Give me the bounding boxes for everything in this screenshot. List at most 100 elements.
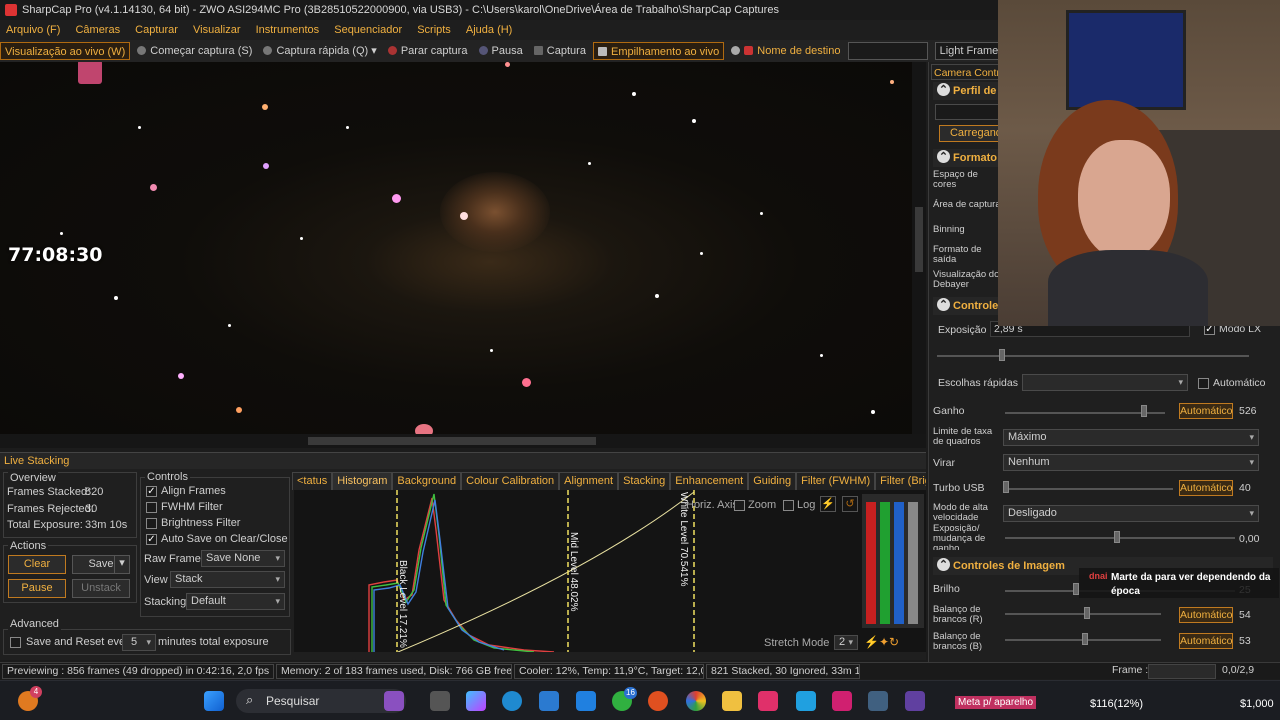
store-icon[interactable] <box>539 691 559 711</box>
scroll-thumb[interactable] <box>308 437 596 445</box>
gain-value[interactable]: 526 <box>1239 403 1257 419</box>
opera-icon[interactable] <box>648 691 668 711</box>
windows-start-icon[interactable] <box>204 691 224 711</box>
app-icon-4[interactable] <box>905 691 925 711</box>
stacking-select[interactable]: Default <box>186 593 285 610</box>
frame-type-select[interactable]: Light Frames <box>934 42 1000 61</box>
turbo-usb-slider-knob[interactable] <box>1003 481 1009 493</box>
exposure-slider-knob[interactable] <box>999 349 1005 361</box>
sharpcap-taskbar-icon[interactable] <box>832 691 852 711</box>
pause-button[interactable]: Pausa <box>475 42 527 60</box>
clear-button[interactable]: Clear <box>8 555 66 574</box>
green-slider[interactable] <box>880 502 890 624</box>
gain-auto-button[interactable]: Automático <box>1179 403 1233 419</box>
turbo-usb-auto-button[interactable]: Automático <box>1179 480 1233 496</box>
stretch-tools-icons[interactable]: ⚡✦↻ <box>864 635 924 651</box>
turbo-usb-slider[interactable] <box>1005 488 1173 490</box>
tab-histogram[interactable]: Histogram <box>332 472 393 490</box>
zoom-checkbox[interactable] <box>734 500 745 511</box>
tab-status[interactable]: <tatus <box>292 472 333 490</box>
app-icon-2[interactable] <box>796 691 816 711</box>
start-capture-button[interactable]: Começar captura (S) <box>133 42 256 60</box>
reset-icon[interactable]: ↺ <box>842 496 858 512</box>
target-name-select[interactable] <box>847 42 928 61</box>
auto-save-checkbox[interactable]: ✓ <box>146 534 157 545</box>
exposure-gain-knob[interactable] <box>1114 531 1120 543</box>
auto-exposure-checkbox[interactable] <box>1198 378 1209 389</box>
blue-slider[interactable] <box>894 502 904 624</box>
save-dropdown-button[interactable]: ▾ <box>114 555 130 574</box>
raw-frames-select[interactable]: Save None <box>201 550 285 567</box>
tab-filter-fwhm[interactable]: Filter (FWHM) <box>796 472 876 490</box>
menu-tools[interactable]: Instrumentos <box>256 24 320 36</box>
menu-help[interactable]: Ajuda (H) <box>466 24 512 36</box>
save-reset-minutes-stepper[interactable]: 5 <box>122 634 156 651</box>
tab-filter-brightness[interactable]: Filter (Brightness) <box>875 472 926 490</box>
capture-button[interactable]: Captura <box>530 42 590 60</box>
luminance-slider[interactable] <box>908 502 918 624</box>
view-select[interactable]: Stack <box>170 571 285 588</box>
histogram-panel[interactable]: Black Level 17.21% Mid Level 48.02% Whit… <box>294 490 926 652</box>
fwhm-filter-checkbox[interactable] <box>146 502 157 513</box>
menu-cameras[interactable]: Câmeras <box>75 24 120 36</box>
exposure-gain-value[interactable]: 0,00 <box>1239 531 1259 547</box>
viewer-vertical-scrollbar[interactable] <box>912 62 926 434</box>
tab-colour-calibration[interactable]: Colour Calibration <box>461 472 560 490</box>
turbo-usb-value[interactable]: 40 <box>1239 480 1251 496</box>
wb-red-value[interactable]: 54 <box>1239 607 1251 623</box>
quick-capture-button[interactable]: Captura rápida (Q) ▾ <box>259 42 380 60</box>
red-slider[interactable] <box>866 502 876 624</box>
copilot-icon[interactable] <box>466 691 486 711</box>
menu-sequencer[interactable]: Sequenciador <box>334 24 402 36</box>
tab-guiding[interactable]: Guiding <box>748 472 797 490</box>
pause-button[interactable]: Pause <box>8 579 66 598</box>
clipchamp-icon[interactable] <box>384 691 404 711</box>
wb-red-slider[interactable] <box>1005 613 1161 615</box>
stop-capture-button[interactable]: Parar captura <box>384 42 472 60</box>
gain-slider-knob[interactable] <box>1141 405 1147 417</box>
wb-blue-auto-button[interactable]: Automático <box>1179 633 1233 649</box>
menu-capture[interactable]: Capturar <box>135 24 178 36</box>
flip-select[interactable]: Nenhum <box>1003 454 1259 471</box>
wb-blue-knob[interactable] <box>1082 633 1088 645</box>
scroll-thumb[interactable] <box>915 207 923 272</box>
menu-view[interactable]: Visualizar <box>193 24 241 36</box>
tab-stacking[interactable]: Stacking <box>618 472 671 490</box>
color-balance-sliders[interactable] <box>862 494 924 628</box>
viewer-horizontal-scrollbar[interactable] <box>0 434 926 448</box>
high-speed-select[interactable]: Desligado <box>1003 505 1259 522</box>
app-icon-3[interactable] <box>868 691 888 711</box>
monitor-backdrop <box>1066 10 1186 110</box>
app-icon[interactable] <box>576 691 596 711</box>
file-explorer-icon[interactable] <box>722 691 742 711</box>
taskbar-search[interactable]: ⌕ Pesquisar <box>236 689 406 713</box>
align-frames-checkbox[interactable]: ✓ <box>146 486 157 497</box>
edge-icon[interactable] <box>502 691 522 711</box>
log-checkbox[interactable] <box>783 500 794 511</box>
toolbar: Visualização ao vivo (W) Começar captura… <box>0 40 1000 62</box>
image-viewer[interactable] <box>0 62 926 434</box>
menu-file[interactable]: Arquivo (F) <box>6 24 60 36</box>
live-stack-button[interactable]: Empilhamento ao vivo <box>593 42 725 61</box>
wb-red-auto-button[interactable]: Automático <box>1179 607 1233 623</box>
tab-background[interactable]: Background <box>392 472 462 490</box>
exposure-slider[interactable] <box>937 355 1249 357</box>
wb-red-knob[interactable] <box>1084 607 1090 619</box>
stretch-mode-select[interactable]: 2 <box>834 635 858 650</box>
unstack-button[interactable]: Unstack <box>72 579 130 598</box>
frame-rate-limit-select[interactable]: Máximo <box>1003 429 1259 446</box>
obs-app-icon[interactable] <box>758 691 778 711</box>
wb-blue-value[interactable]: 53 <box>1239 633 1251 649</box>
quick-choices-select[interactable] <box>1022 374 1188 391</box>
task-view-icon[interactable] <box>430 691 450 711</box>
tab-alignment[interactable]: Alignment <box>559 472 619 490</box>
live-view-button[interactable]: Visualização ao vivo (W) <box>0 42 131 61</box>
menu-scripts[interactable]: Scripts <box>417 24 451 36</box>
auto-stretch-icon[interactable]: ⚡ <box>820 496 836 512</box>
brightness-filter-checkbox[interactable] <box>146 518 157 529</box>
stacking-label: Stacking <box>144 596 187 608</box>
tab-enhancement[interactable]: Enhancement <box>670 472 749 490</box>
exposure-gain-slider[interactable] <box>1005 537 1235 539</box>
save-reset-checkbox[interactable] <box>10 637 21 648</box>
chrome-icon[interactable] <box>686 691 706 711</box>
